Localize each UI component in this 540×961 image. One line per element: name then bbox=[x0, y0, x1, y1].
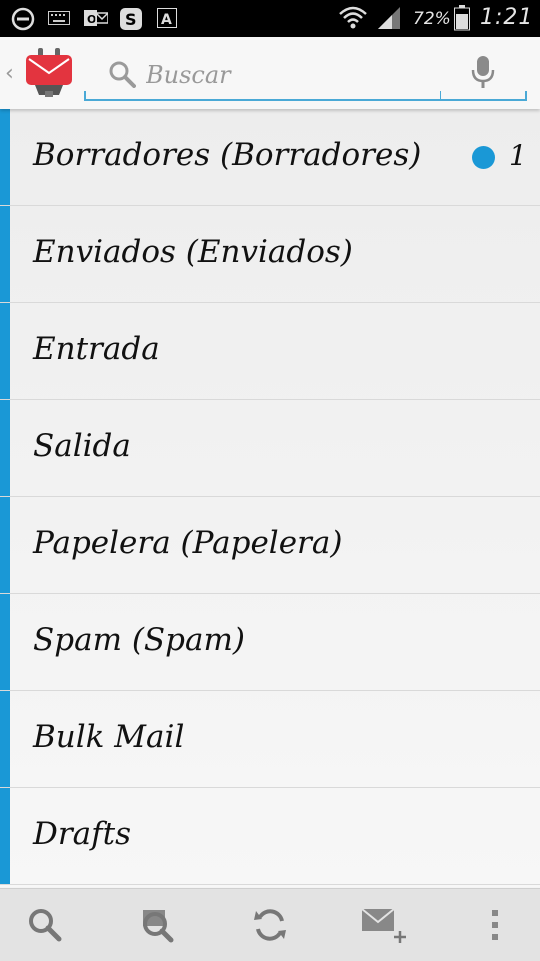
cell-signal-icon bbox=[378, 7, 400, 29]
search-input[interactable] bbox=[146, 59, 426, 91]
folder-item-borradores[interactable]: Borradores (Borradores) 1 bbox=[0, 109, 540, 206]
svg-text:O: O bbox=[87, 13, 96, 26]
sync-app-icon: S bbox=[120, 8, 142, 30]
folder-label: Papelera (Papelera) bbox=[33, 525, 343, 561]
folder-label: Salida bbox=[33, 428, 131, 464]
microphone-icon[interactable] bbox=[470, 54, 496, 90]
folder-accent-bar bbox=[0, 303, 10, 399]
folder-accent-bar bbox=[0, 788, 10, 884]
folder-list: Borradores (Borradores) 1 Enviados (Envi… bbox=[0, 109, 540, 887]
folder-label: Drafts bbox=[33, 816, 131, 852]
clock: 1:21 bbox=[480, 5, 534, 30]
refresh-icon bbox=[254, 909, 286, 941]
action-bar: ‹ bbox=[0, 37, 540, 109]
folder-accent-bar bbox=[0, 206, 10, 302]
svg-text:A: A bbox=[161, 12, 172, 28]
folder-accent-bar bbox=[0, 400, 10, 496]
folder-accent-bar bbox=[0, 497, 10, 593]
compose-button[interactable] bbox=[348, 889, 418, 961]
wifi-icon bbox=[339, 6, 367, 29]
folder-accent-bar bbox=[0, 109, 10, 205]
folder-item-entrada[interactable]: Entrada bbox=[0, 303, 540, 400]
search-underline bbox=[84, 99, 527, 101]
search-button[interactable] bbox=[10, 889, 80, 961]
folder-accent-bar bbox=[0, 691, 10, 787]
overflow-menu-button[interactable] bbox=[460, 889, 530, 961]
bottom-action-bar bbox=[0, 888, 540, 961]
folder-item-papelera[interactable]: Papelera (Papelera) bbox=[0, 497, 540, 594]
app-logo-icon[interactable] bbox=[25, 47, 73, 99]
folder-accent-bar bbox=[0, 594, 10, 690]
search-messages-button[interactable] bbox=[122, 889, 192, 961]
search-icon bbox=[29, 909, 62, 942]
refresh-button[interactable] bbox=[235, 889, 305, 961]
search-messages-icon bbox=[143, 910, 174, 943]
folder-label: Spam (Spam) bbox=[33, 622, 245, 658]
back-chevron-icon[interactable]: ‹ bbox=[5, 61, 14, 86]
compose-icon bbox=[361, 908, 406, 943]
keyboard-icon bbox=[48, 11, 70, 25]
folder-item-enviados[interactable]: Enviados (Enviados) bbox=[0, 206, 540, 303]
folder-item-salida[interactable]: Salida bbox=[0, 400, 540, 497]
battery-percent: 72% bbox=[413, 9, 451, 29]
unread-indicator-dot bbox=[472, 146, 495, 169]
folder-item-spam[interactable]: Spam (Spam) bbox=[0, 594, 540, 691]
svg-text:S: S bbox=[125, 10, 137, 29]
outlook-icon: O bbox=[84, 10, 108, 26]
font-app-icon: A bbox=[157, 8, 177, 28]
folder-label: Enviados (Enviados) bbox=[33, 234, 353, 270]
search-field-icon bbox=[109, 61, 136, 88]
overflow-menu-icon bbox=[492, 910, 498, 940]
folder-item-drafts[interactable]: Drafts bbox=[0, 788, 540, 885]
folder-label: Entrada bbox=[33, 331, 160, 367]
folder-label: Borradores (Borradores) bbox=[33, 137, 422, 173]
do-not-disturb-icon bbox=[11, 7, 35, 31]
folder-item-bulk-mail[interactable]: Bulk Mail bbox=[0, 691, 540, 788]
status-bar: O S A 72% 1:21 bbox=[0, 0, 540, 37]
battery-icon bbox=[454, 5, 470, 31]
folder-label: Bulk Mail bbox=[33, 719, 185, 755]
unread-count: 1 bbox=[509, 139, 527, 172]
